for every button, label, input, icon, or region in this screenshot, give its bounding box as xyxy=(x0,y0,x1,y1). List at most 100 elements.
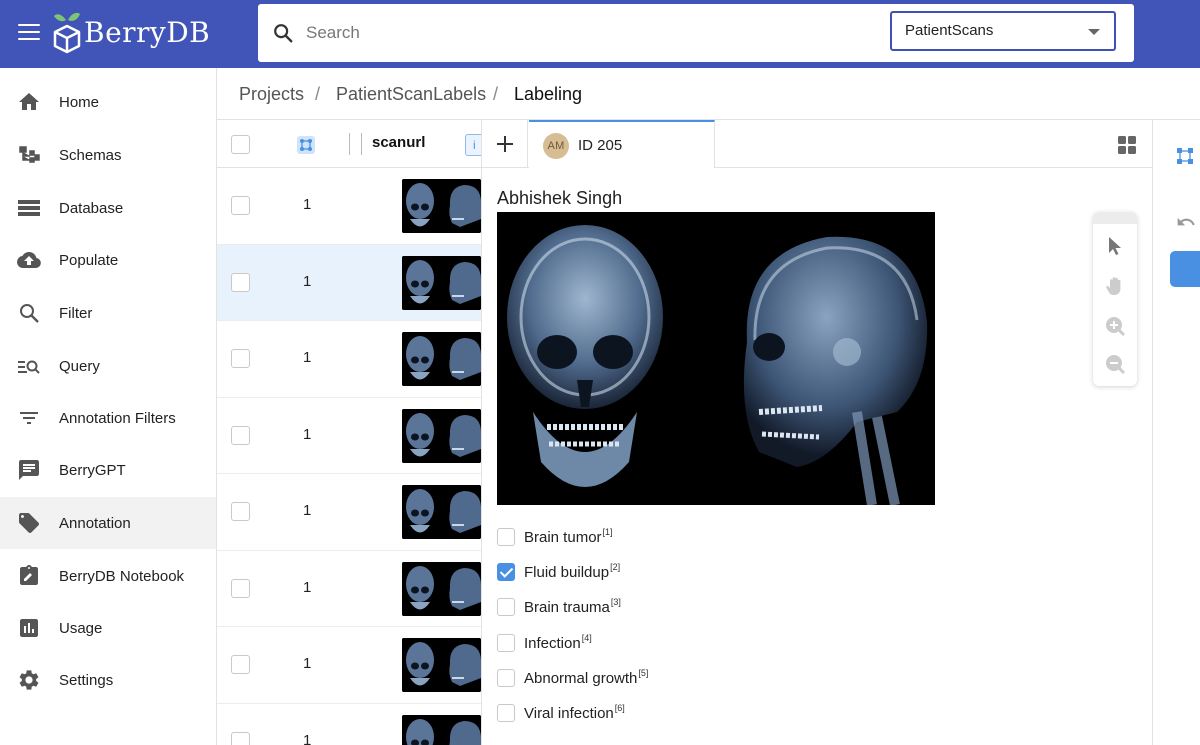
sidebar-item-usage[interactable]: Usage xyxy=(0,602,216,654)
chart-icon xyxy=(20,619,38,637)
label-text: Fluid buildup[2] xyxy=(524,562,620,581)
submit-button[interactable] xyxy=(1170,251,1200,287)
row-checkbox[interactable] xyxy=(231,578,250,598)
table-row[interactable]: 1 xyxy=(217,321,481,398)
scan-thumbnail[interactable] xyxy=(402,408,481,463)
scan-thumbnail[interactable] xyxy=(402,638,481,692)
table-row[interactable]: 1 xyxy=(217,627,481,704)
row-checkbox[interactable] xyxy=(231,349,250,368)
row-checkbox[interactable] xyxy=(231,655,250,674)
label-option[interactable]: Fluid buildup[2] xyxy=(497,561,747,587)
label-hotkey: [1] xyxy=(602,527,613,537)
sidebar-item-filter[interactable]: Filter xyxy=(0,287,216,339)
select-all-checkbox[interactable] xyxy=(231,135,250,154)
sidebar-item-label: Annotation Filters xyxy=(59,409,176,427)
label-name: Abnormal growth xyxy=(524,669,638,687)
pointer-icon[interactable] xyxy=(1103,234,1127,258)
table-row[interactable]: 1 xyxy=(217,474,481,551)
column-header-scanurl[interactable]: scanurl xyxy=(372,134,425,151)
row-count: 1 xyxy=(303,502,312,519)
row-count: 1 xyxy=(303,425,312,443)
grid-view-icon[interactable] xyxy=(1118,136,1136,154)
sidebar-item-home[interactable]: Home xyxy=(0,76,216,128)
zoom-in-icon[interactable] xyxy=(1103,314,1127,338)
row-checkbox[interactable] xyxy=(231,502,250,521)
column-divider[interactable] xyxy=(349,133,350,155)
scan-thumbnail[interactable] xyxy=(402,332,481,386)
database-select[interactable]: PatientScans xyxy=(890,11,1116,51)
menu-icon[interactable] xyxy=(18,24,40,42)
label-text: Abnormal growth[5] xyxy=(524,668,648,687)
sidebar-item-database[interactable]: Database xyxy=(0,182,216,234)
row-count: 1 xyxy=(303,731,312,745)
hand-icon[interactable] xyxy=(1103,274,1127,298)
scan-thumbnail[interactable] xyxy=(402,485,481,539)
table-row[interactable]: 1 xyxy=(217,244,481,321)
add-tab-button[interactable] xyxy=(482,120,528,168)
breadcrumb: Projects / PatientScanLabels / Labeling xyxy=(217,68,1200,120)
label-checkbox[interactable] xyxy=(497,528,515,546)
table-row[interactable]: 1 xyxy=(217,397,481,474)
row-count: 1 xyxy=(303,655,312,672)
avatar: AM xyxy=(543,133,569,159)
sidebar-item-query[interactable]: Query xyxy=(0,340,216,392)
toolbar-drag-handle[interactable] xyxy=(1093,212,1137,224)
search-input[interactable] xyxy=(306,18,866,48)
label-hotkey: [4] xyxy=(581,632,592,643)
label-checkbox[interactable] xyxy=(497,704,515,722)
label-checkbox[interactable] xyxy=(497,598,515,617)
row-checkbox[interactable] xyxy=(231,272,250,292)
row-checkbox[interactable] xyxy=(231,425,250,445)
row-checkbox[interactable] xyxy=(231,731,250,745)
scan-thumbnail[interactable] xyxy=(402,255,481,310)
sidebar-item-settings[interactable]: Settings xyxy=(0,654,216,706)
label-option[interactable]: Infection[4] xyxy=(497,632,747,658)
query-icon xyxy=(18,360,40,374)
sidebar-item-label: Query xyxy=(59,357,100,375)
app-header: BerryDB PatientScans xyxy=(0,0,1200,68)
sidebar-item-annotation-filters[interactable]: Annotation Filters xyxy=(0,392,216,444)
breadcrumb-projects[interactable]: Projects xyxy=(239,84,304,105)
column-divider[interactable] xyxy=(361,133,362,155)
sidebar-item-label: Home xyxy=(59,93,100,111)
table-row[interactable]: 1 xyxy=(217,550,481,627)
notebook-icon xyxy=(20,565,38,585)
breadcrumb-separator: / xyxy=(493,84,499,104)
sidebar-item-annotation[interactable]: Annotation xyxy=(0,497,216,549)
table-row[interactable]: 1 xyxy=(217,703,481,745)
chat-icon xyxy=(19,460,39,480)
label-checkbox[interactable] xyxy=(497,633,515,652)
sidebar: Home Schemas Database Populate Filter Qu… xyxy=(0,68,217,745)
sidebar-item-label: BerryGPT xyxy=(59,461,126,479)
sidebar-item-berrygpt[interactable]: BerryGPT xyxy=(0,444,216,496)
breadcrumb-current: Labeling xyxy=(514,84,583,104)
scan-thumbnail[interactable] xyxy=(402,714,481,745)
label-option[interactable]: Viral infection[6] xyxy=(497,702,747,728)
scan-thumbnail[interactable] xyxy=(402,561,481,616)
table-row[interactable]: 1 xyxy=(217,168,481,245)
zoom-out-icon[interactable] xyxy=(1103,352,1127,376)
label-option[interactable]: Abnormal growth[5] xyxy=(497,667,747,693)
xray-image[interactable] xyxy=(497,212,935,505)
scan-thumbnail[interactable] xyxy=(402,179,481,233)
selection-icon[interactable] xyxy=(1176,147,1194,165)
selection-icon[interactable] xyxy=(297,136,315,154)
breadcrumb-project[interactable]: PatientScanLabels xyxy=(336,84,486,105)
app-logo[interactable]: BerryDB xyxy=(52,10,210,56)
sidebar-item-schemas[interactable]: Schemas xyxy=(0,129,216,181)
label-option[interactable]: Brain tumor[1] xyxy=(497,526,747,552)
tab-id-205[interactable]: AM ID 205 xyxy=(529,120,715,168)
undo-icon[interactable] xyxy=(1176,212,1196,232)
label-hotkey: [6] xyxy=(614,703,625,713)
row-checkbox[interactable] xyxy=(231,196,250,215)
label-checkbox[interactable] xyxy=(497,668,515,687)
column-info-chip[interactable]: i xyxy=(465,134,481,156)
sidebar-item-berrydb-notebook[interactable]: BerryDB Notebook xyxy=(0,550,216,602)
label-checkbox[interactable] xyxy=(497,563,515,582)
table-header: scanurl i xyxy=(217,120,481,168)
schema-icon xyxy=(19,146,40,163)
label-option[interactable]: Brain trauma[3] xyxy=(497,596,747,622)
sidebar-item-populate[interactable]: Populate xyxy=(0,234,216,286)
label-name: Brain trauma xyxy=(524,599,610,617)
tag-icon xyxy=(19,513,39,533)
